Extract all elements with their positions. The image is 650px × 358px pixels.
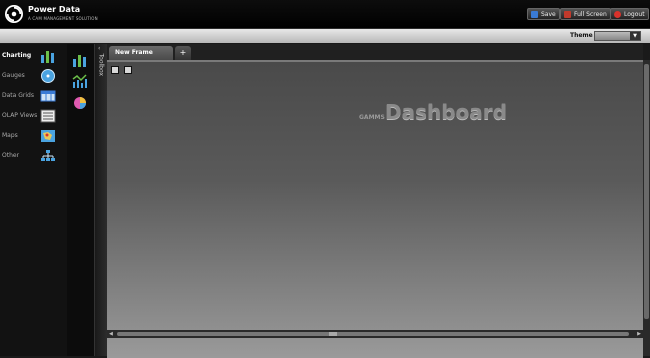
category-label: Charting [2, 52, 32, 59]
pie-chart-icon[interactable] [72, 96, 88, 110]
category-gauges[interactable]: Gauges [0, 66, 67, 86]
category-sidebar: Charting Gauges Data Grids OLAP Views Ma… [0, 44, 67, 356]
line-chart-icon[interactable] [72, 74, 88, 88]
category-olap-views[interactable]: OLAP Views [0, 106, 67, 126]
power-icon [614, 10, 621, 18]
category-label: OLAP Views [2, 112, 38, 119]
logo-icon [5, 5, 23, 23]
add-tab-button[interactable]: + [175, 46, 191, 60]
theme-select[interactable]: ▼ [594, 31, 641, 41]
top-bar: Power Data A CAM MANAGEMENT SOLUTION Sav… [0, 0, 650, 29]
map-icon [41, 130, 55, 142]
widget-palette [67, 44, 94, 356]
scroll-thumb[interactable] [117, 332, 629, 336]
save-frame-icon[interactable] [111, 66, 119, 74]
category-label: Data Grids [2, 92, 34, 99]
grid-icon [40, 90, 56, 102]
scroll-left-icon[interactable]: ◀ [109, 331, 113, 337]
olap-icon [40, 109, 56, 123]
gauge-icon [41, 69, 55, 83]
bar-chart-icon[interactable] [72, 53, 88, 67]
save-label: Save [541, 10, 556, 18]
horizontal-scrollbar[interactable]: ◀ ▶ [107, 330, 643, 338]
category-maps[interactable]: Maps [0, 126, 67, 146]
toolbox-label: Toolbox [97, 53, 105, 77]
fullscreen-button[interactable]: Full Screen [560, 8, 611, 20]
brand-subtitle: A CAM MANAGEMENT SOLUTION [28, 16, 98, 21]
theme-bar: Theme ▼ [0, 29, 650, 43]
category-other[interactable]: Other [0, 146, 67, 166]
fullscreen-label: Full Screen [574, 10, 607, 18]
fullscreen-icon [564, 10, 571, 18]
save-icon [531, 10, 538, 18]
org-chart-icon [41, 150, 55, 161]
edit-frame-icon[interactable] [124, 66, 132, 74]
dashboard-area: New Frame + GAMMS Dashboard ◀ ▶ [107, 44, 643, 358]
scroll-right-icon[interactable]: ▶ [637, 331, 641, 337]
logout-button[interactable]: Logout [610, 8, 649, 20]
dashboard-title: Dashboard [385, 100, 507, 124]
dashboard-small-label: GAMMS [359, 114, 385, 121]
scroll-thumb[interactable] [644, 64, 649, 319]
chevron-left-icon: ‹ [98, 45, 101, 52]
dashboard-canvas: GAMMS Dashboard [107, 60, 643, 358]
logout-label: Logout [624, 10, 645, 18]
tab-strip: New Frame + [107, 44, 643, 60]
theme-label: Theme [570, 32, 593, 39]
category-label: Other [2, 152, 20, 159]
bar-chart-icon [41, 51, 54, 63]
toolbox-toggle[interactable]: ‹ Toolbox [94, 44, 108, 356]
chevron-down-icon: ▼ [630, 32, 640, 40]
category-label: Gauges [2, 72, 25, 79]
scroll-grip-icon [329, 332, 337, 336]
tab-new-frame[interactable]: New Frame [109, 46, 173, 60]
save-button[interactable]: Save [527, 8, 560, 20]
category-charting[interactable]: Charting [0, 46, 67, 66]
category-label: Maps [2, 132, 18, 139]
category-data-grids[interactable]: Data Grids [0, 86, 67, 106]
brand-title: Power Data [28, 5, 81, 14]
vertical-scrollbar[interactable] [643, 60, 650, 356]
